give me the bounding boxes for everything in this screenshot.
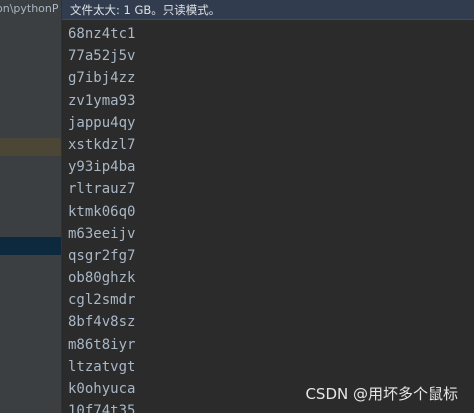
project-panel[interactable]: on\pythonP <box>0 0 62 413</box>
editor-line[interactable]: m86t8iyr <box>68 334 135 356</box>
editor-line[interactable]: ktmk06q0 <box>68 201 135 223</box>
editor-area[interactable]: 文件太大: 1 GB。只读模式。 68nz4tc1 77a52j5v g7ibj… <box>62 0 474 413</box>
project-path-label: on\pythonP <box>0 0 59 18</box>
editor-line[interactable]: g7ibj4zz <box>68 67 135 89</box>
editor-line[interactable]: ob80ghzk <box>68 267 135 289</box>
editor-line[interactable]: rltrauz7 <box>68 178 135 200</box>
editor-line[interactable]: ltzatvgt <box>68 356 135 378</box>
editor-line[interactable]: 77a52j5v <box>68 45 135 67</box>
editor-line[interactable]: y93ip4ba <box>68 156 135 178</box>
editor-line[interactable]: zv1yma93 <box>68 90 135 112</box>
editor-text-lines: 68nz4tc1 77a52j5v g7ibj4zz zv1yma93 japp… <box>68 23 135 413</box>
editor-line[interactable]: 68nz4tc1 <box>68 23 135 45</box>
editor-line[interactable]: xstkdzl7 <box>68 134 135 156</box>
editor-line[interactable]: cgl2smdr <box>68 289 135 311</box>
project-tree-row-selected[interactable] <box>0 237 61 255</box>
ide-window: on\pythonP 文件太大: 1 GB。只读模式。 68nz4tc1 77a… <box>0 0 474 413</box>
project-tree-row-highlighted[interactable] <box>0 138 61 156</box>
editor-line[interactable]: m63eeijv <box>68 223 135 245</box>
editor-line[interactable]: k0ohyuca <box>68 378 135 400</box>
file-too-large-notice: 文件太大: 1 GB。只读模式。 <box>62 0 474 20</box>
csdn-watermark: CSDN @用坏多个鼠标 <box>305 385 458 403</box>
editor-line[interactable]: jappu4qy <box>68 112 135 134</box>
editor-line[interactable]: 8bf4v8sz <box>68 311 135 333</box>
editor-line[interactable]: qsgr2fg7 <box>68 245 135 267</box>
editor-line[interactable]: 10f74t35 <box>68 400 135 413</box>
